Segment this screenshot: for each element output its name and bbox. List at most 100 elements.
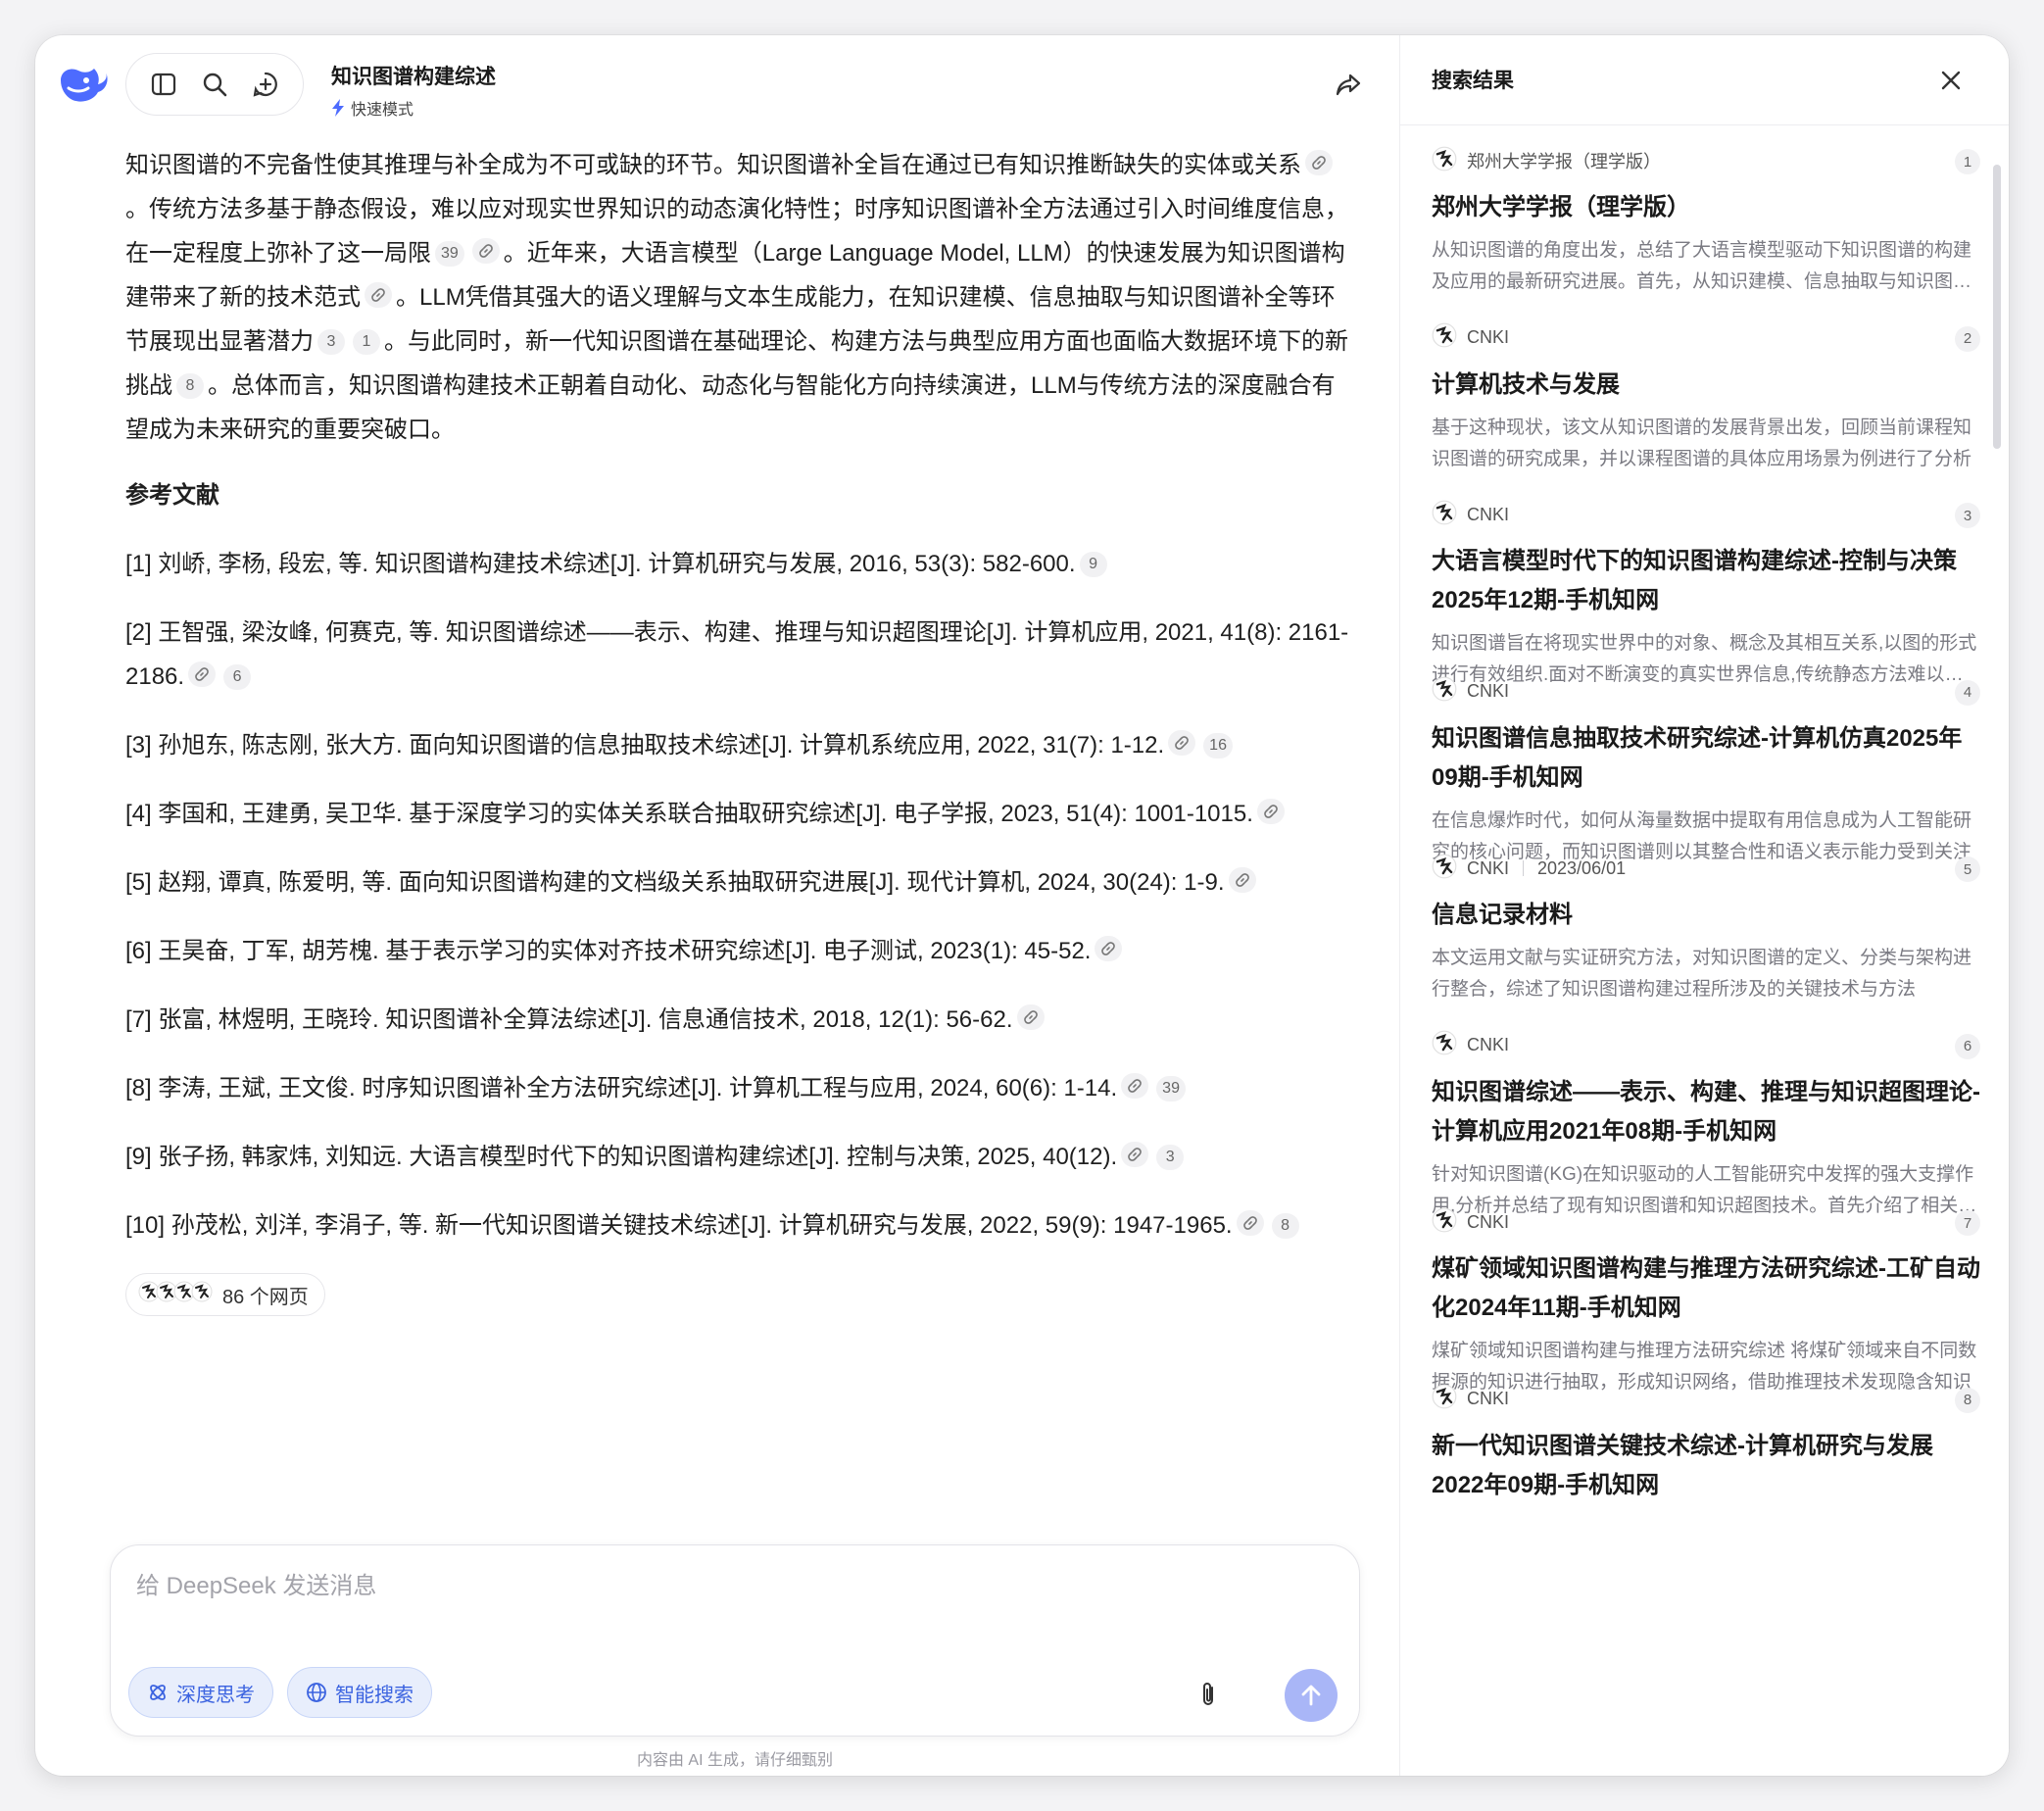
- link-icon[interactable]: [471, 238, 500, 264]
- reference-text: [6] 王昊奋, 丁军, 胡芳槐. 基于表示学习的实体对齐技术研究综述[J]. …: [125, 938, 1092, 964]
- citation-badge[interactable]: 39: [1156, 1076, 1186, 1101]
- reference-text: [7] 张富, 林煜明, 王晓玲. 知识图谱补全算法综述[J]. 信息通信技术,…: [125, 1006, 1013, 1033]
- citation-badge[interactable]: 8: [176, 373, 204, 399]
- result-source: CNKI: [1467, 857, 1510, 878]
- reference-item: [10] 孙茂松, 刘洋, 李涓子, 等. 新一代知识图谱关键技术综述[J]. …: [125, 1203, 1350, 1248]
- search-result-card[interactable]: CNKI 4 知识图谱信息抽取技术研究综述-计算机仿真2025年09期-手机知网 在信…: [1432, 676, 1980, 868]
- deep-think-toggle[interactable]: 深度思考: [128, 1667, 273, 1718]
- result-title[interactable]: 计算机技术与发展: [1432, 366, 1980, 405]
- share-button[interactable]: [1327, 63, 1370, 106]
- cnki-favicon-icon: [191, 1281, 213, 1308]
- reference-list: [1] 刘峤, 李杨, 段宏, 等. 知识图谱构建技术综述[J]. 计算机研究与…: [125, 542, 1350, 1248]
- paperclip-icon: [1203, 1683, 1213, 1705]
- link-icon[interactable]: [1236, 1210, 1264, 1236]
- link-icon[interactable]: [1256, 799, 1285, 824]
- reference-item: [1] 刘峤, 李杨, 段宏, 等. 知识图谱构建技术综述[J]. 计算机研究与…: [125, 542, 1350, 586]
- deepseek-logo-icon[interactable]: [55, 59, 110, 110]
- result-date: 2023/06/01: [1537, 857, 1627, 878]
- share-icon: [1336, 73, 1361, 96]
- citation-badge[interactable]: 3: [317, 329, 345, 355]
- source-favicon-icon: [1432, 1030, 1457, 1060]
- result-number: 2: [1955, 325, 1980, 352]
- result-meta: CNKI: [1432, 1207, 1980, 1236]
- atom-icon: [150, 1685, 166, 1700]
- send-button[interactable]: [1285, 1669, 1338, 1722]
- citation-badge[interactable]: 8: [1271, 1213, 1299, 1239]
- reference-item: [9] 张子扬, 韩家炜, 刘知远. 大语言模型时代下的知识图谱构建综述[J].…: [125, 1135, 1350, 1179]
- source-favicon-icon: [1432, 500, 1457, 530]
- result-source: CNKI: [1467, 1035, 1510, 1054]
- citation-badge[interactable]: 1: [353, 329, 380, 355]
- attach-button[interactable]: [1189, 1675, 1228, 1714]
- result-source: CNKI: [1467, 504, 1510, 524]
- result-title[interactable]: 大语言模型时代下的知识图谱构建综述-控制与决策2025年12期-手机知网: [1432, 542, 1980, 620]
- citation-badge[interactable]: 3: [1156, 1145, 1185, 1170]
- message-composer: 深度思考 智能搜索: [110, 1544, 1360, 1737]
- search-result-card[interactable]: CNKI 2023/06/01 5 信息记录材料 本文运用文献与实证研究方法，对知识图谱…: [1432, 854, 1980, 1005]
- result-meta: CNKI: [1432, 676, 1980, 706]
- result-title[interactable]: 信息记录材料: [1432, 896, 1980, 935]
- search-result-card[interactable]: CNKI 6 知识图谱综述——表示、构建、推理与知识超图理论-计算机应用2021年0…: [1432, 1030, 1980, 1222]
- result-title[interactable]: 新一代知识图谱关键技术综述-计算机研究与发展2022年09期-手机知网: [1432, 1427, 1980, 1505]
- mode-label: 快速模式: [351, 102, 414, 119]
- close-icon: [1941, 71, 1961, 90]
- result-number: 5: [1955, 857, 1980, 882]
- answer-paragraph: 知识图谱的不完备性使其推理与补全成为不可或缺的环节。知识图谱补全旨在通过已有知识…: [125, 143, 1350, 452]
- app-window: 知识图谱构建综述 快速模式 知识图谱的不完备性使其推理与补全成为不可或缺的环节。…: [35, 35, 2009, 1776]
- link-icon[interactable]: [1121, 1142, 1149, 1167]
- panel-scrollbar[interactable]: [1993, 165, 2001, 449]
- result-meta: CNKI: [1432, 1030, 1980, 1060]
- result-number: 3: [1955, 503, 1980, 528]
- smart-search-toggle[interactable]: 智能搜索: [287, 1667, 432, 1718]
- reference-text: [4] 李国和, 王建勇, 吴卫华. 基于深度学习的实体关系联合抽取研究综述[J…: [125, 801, 1253, 827]
- citation-badge[interactable]: 16: [1203, 733, 1233, 759]
- source-favicon-icon: [1432, 322, 1457, 353]
- result-title[interactable]: 知识图谱信息抽取技术研究综述-计算机仿真2025年09期-手机知网: [1432, 719, 1980, 798]
- search-result-card[interactable]: 郑州大学学报（理学版） 1 郑州大学学报（理学版） 从知识图谱的角度出发，总结了大语言…: [1432, 146, 1980, 298]
- search-button[interactable]: [193, 63, 236, 106]
- result-title[interactable]: 煤矿领域知识图谱构建与推理方法研究综述-工矿自动化2024年11期-手机知网: [1432, 1249, 1980, 1328]
- link-icon[interactable]: [1305, 150, 1333, 175]
- sources-button[interactable]: 86 个网页: [125, 1273, 325, 1316]
- chat-title[interactable]: 知识图谱构建综述: [331, 61, 496, 90]
- result-source: CNKI: [1467, 1389, 1510, 1408]
- close-panel-button[interactable]: [1929, 59, 1972, 102]
- link-icon[interactable]: [1168, 730, 1196, 756]
- search-icon: [203, 73, 227, 97]
- reference-text: [3] 孙旭东, 陈志刚, 张大方. 面向知识图谱的信息抽取技术综述[J]. 计…: [125, 732, 1165, 759]
- sidebar-toggle-button[interactable]: [142, 63, 185, 106]
- paragraph-text: 知识图谱的不完备性使其推理与补全成为不可或缺的环节。知识图谱补全旨在通过已有知识…: [125, 152, 1301, 178]
- panel-title: 搜索结果: [1432, 70, 1514, 92]
- result-meta: CNKI 2023/06/01: [1432, 854, 1980, 882]
- search-results-list: 郑州大学学报（理学版） 1 郑州大学学报（理学版） 从知识图谱的角度出发，总结了大语言…: [1400, 125, 2009, 1776]
- search-result-card[interactable]: CNKI 7 煤矿领域知识图谱构建与推理方法研究综述-工矿自动化2024年11期-手…: [1432, 1207, 1980, 1398]
- deep-think-label: 深度思考: [176, 1684, 255, 1706]
- new-chat-button[interactable]: [244, 63, 287, 106]
- search-result-card[interactable]: CNKI 2 计算机技术与发展 基于这种现状，该文从知识图谱的发展背景出发，回顾当前课…: [1432, 322, 1980, 475]
- reference-item: [7] 张富, 林煜明, 王晓玲. 知识图谱补全算法综述[J]. 信息通信技术,…: [125, 998, 1350, 1042]
- search-result-card[interactable]: CNKI 8 新一代知识图谱关键技术综述-计算机研究与发展2022年09期-手机知网: [1432, 1384, 1980, 1505]
- reference-item: [4] 李国和, 王建勇, 吴卫华. 基于深度学习的实体关系联合抽取研究综述[J…: [125, 792, 1350, 836]
- source-favicon-icon: [1432, 1384, 1457, 1414]
- globe-icon: [307, 1683, 326, 1702]
- link-icon[interactable]: [1228, 867, 1256, 893]
- reference-text: [5] 赵翔, 谭真, 陈爱明, 等. 面向知识图谱构建的文档级关系抽取研究进展…: [125, 869, 1225, 896]
- result-title[interactable]: 知识图谱综述——表示、构建、推理与知识超图理论-计算机应用2021年08期-手机…: [1432, 1073, 1980, 1151]
- link-icon[interactable]: [188, 661, 217, 687]
- message-input[interactable]: [136, 1567, 1273, 1606]
- link-icon[interactable]: [1095, 936, 1123, 961]
- search-result-card[interactable]: CNKI 3 大语言模型时代下的知识图谱构建综述-控制与决策2025年12期-手机知…: [1432, 500, 1980, 691]
- reference-item: [5] 赵翔, 谭真, 陈爱明, 等. 面向知识图谱构建的文档级关系抽取研究进展…: [125, 860, 1350, 905]
- arrow-up-icon: [1301, 1685, 1321, 1706]
- citation-badge[interactable]: 9: [1079, 552, 1107, 577]
- result-meta: 郑州大学学报（理学版）: [1432, 146, 1980, 174]
- link-icon[interactable]: [365, 282, 392, 308]
- citation-badge[interactable]: 6: [223, 664, 252, 690]
- search-results-panel: 搜索结果 郑州大学学报（理学版） 1 郑州大学学报（理学版） 从知识图谱的角度出发，总…: [1399, 35, 2009, 1776]
- result-title[interactable]: 郑州大学学报（理学版）: [1432, 188, 1980, 227]
- citation-badge[interactable]: 39: [435, 241, 464, 267]
- sources-label: 86 个网页: [222, 1286, 309, 1308]
- link-icon[interactable]: [1121, 1073, 1149, 1099]
- result-number: 7: [1955, 1210, 1980, 1236]
- link-icon[interactable]: [1016, 1004, 1045, 1030]
